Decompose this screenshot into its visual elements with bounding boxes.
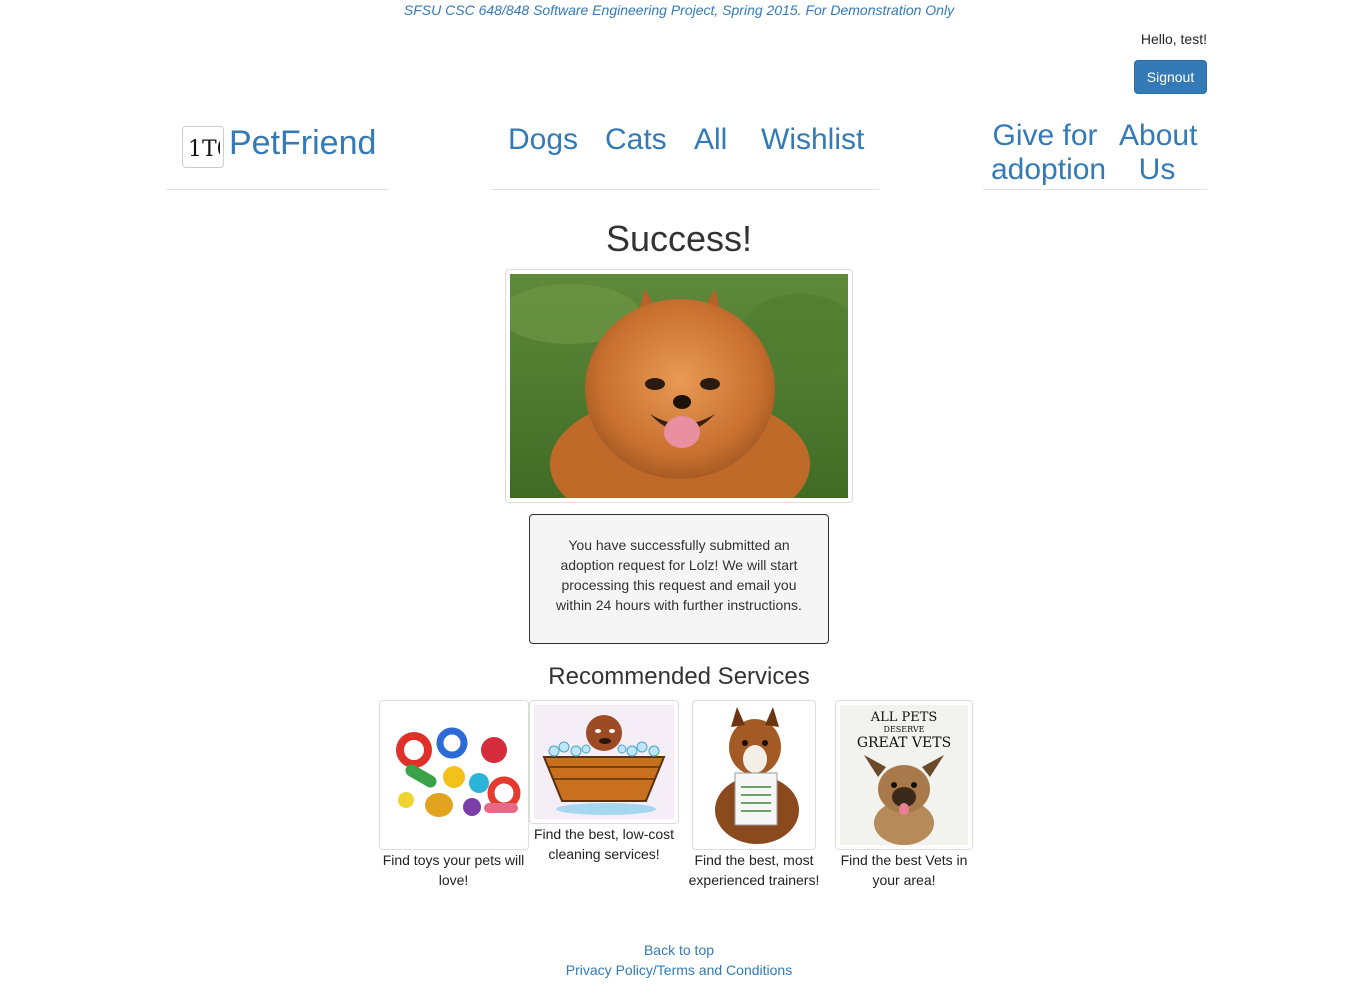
nav-give-line2: adoption xyxy=(991,153,1107,186)
nav-give-for-adoption[interactable]: Give for adoption xyxy=(991,119,1106,187)
cleaning-caption: Find the best, low-cost cleaning service… xyxy=(533,826,675,862)
cleaning-image[interactable] xyxy=(529,700,679,824)
page-title: Success! xyxy=(605,218,753,259)
brand-section: 1T0 PetFriend xyxy=(166,120,388,190)
nav-give-line1: Give for xyxy=(992,119,1098,152)
vets-image[interactable]: ALL PETS DESERVE GREAT VETS xyxy=(835,700,973,850)
logo-text: 1T0 xyxy=(188,137,220,162)
vets-image-text-2: DESERVE xyxy=(884,725,925,734)
nav-about-line2: Us xyxy=(1138,153,1176,186)
vets-image-text-1: ALL PETS xyxy=(870,710,938,725)
pet-photo xyxy=(505,269,853,503)
nav-dogs[interactable]: Dogs xyxy=(508,122,578,158)
back-to-top-link[interactable]: Back to top xyxy=(0,940,1358,960)
demo-banner: SFSU CSC 648/848 Software Engineering Pr… xyxy=(403,2,955,18)
nav-all[interactable]: All xyxy=(694,122,727,158)
user-greeting: Hello, test! xyxy=(1140,31,1207,47)
privacy-terms-link[interactable]: Privacy Policy/Terms and Conditions xyxy=(0,960,1358,980)
trainers-caption: Find the best, most experienced trainers… xyxy=(688,852,820,888)
nav-about-line1: About xyxy=(1119,119,1198,152)
nav-cats[interactable]: Cats xyxy=(605,122,667,158)
vets-caption: Find the best Vets in your area! xyxy=(840,852,968,888)
vets-image-text-3: GREAT VETS xyxy=(857,735,951,751)
side-nav: Give for adoption About Us xyxy=(983,119,1207,190)
brand-name-link[interactable]: PetFriend xyxy=(229,122,376,164)
nav-about-us[interactable]: About Us xyxy=(1119,119,1198,187)
logo-icon[interactable]: 1T0 xyxy=(182,126,224,168)
toys-caption: Find toys your pets will love! xyxy=(382,852,525,888)
trainers-image[interactable] xyxy=(692,700,816,850)
recommended-title: Recommended Services xyxy=(548,663,810,690)
signout-button[interactable]: Signout xyxy=(1134,60,1207,94)
toys-image[interactable] xyxy=(379,700,529,850)
success-message: You have successfully submitted an adopt… xyxy=(529,514,829,644)
page: SFSU CSC 648/848 Software Engineering Pr… xyxy=(0,0,1358,998)
nav-wishlist[interactable]: Wishlist xyxy=(761,122,864,158)
main-nav: Dogs Cats All Wishlist xyxy=(491,120,879,190)
